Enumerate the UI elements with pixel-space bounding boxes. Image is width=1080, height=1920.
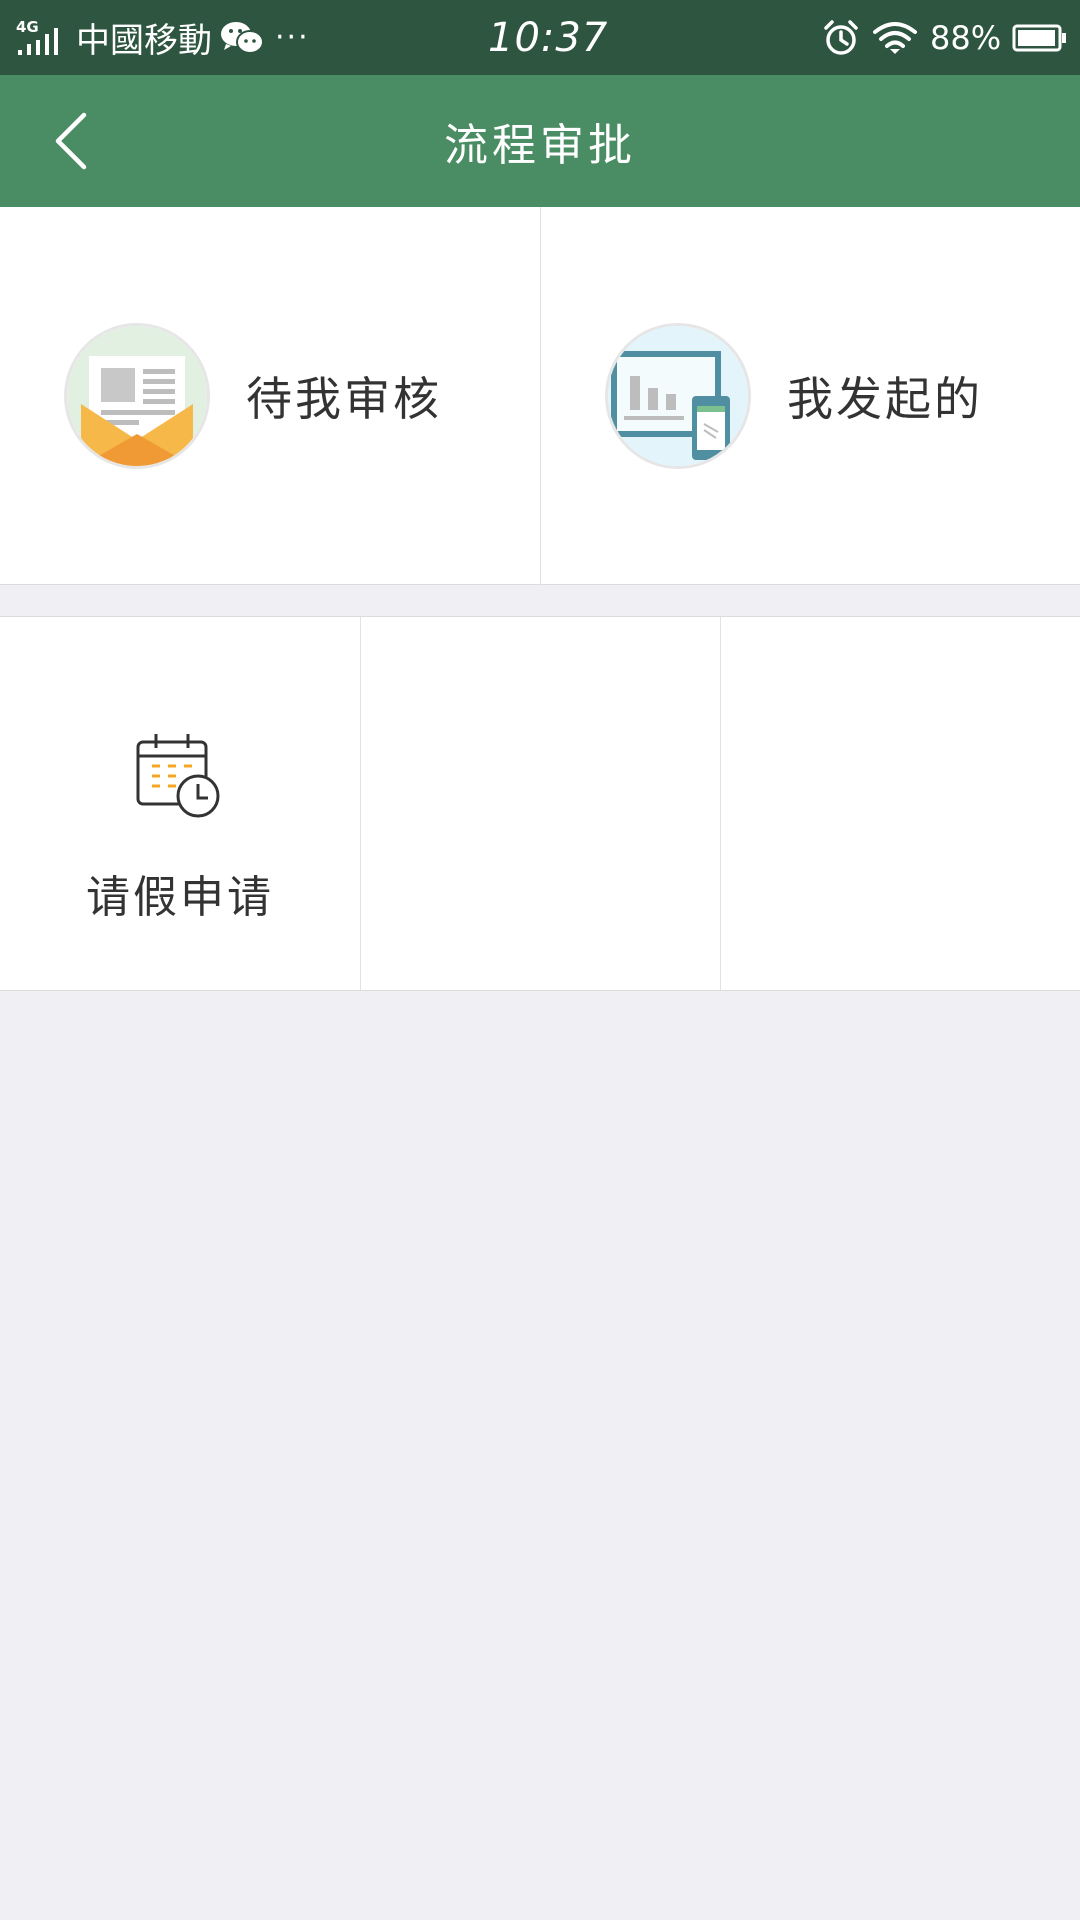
wifi-icon [873, 0, 917, 75]
grid-menu: 请假申请 [0, 616, 1080, 991]
alarm-icon [822, 0, 860, 75]
header-bar: 流程审批 [0, 75, 1080, 207]
menu-item-label: 待我审核 [246, 372, 442, 426]
clock-time: 10:37 [488, 14, 609, 61]
menu-item-leave-request[interactable]: 请假申请 [0, 617, 360, 990]
cellular-signal-icon: 4G [16, 0, 62, 75]
carrier-name: 中國移動 [76, 21, 212, 61]
menu-item-label: 请假申请 [86, 872, 274, 923]
inbox-envelope-icon [64, 323, 210, 469]
empty-grid-cell [720, 617, 1080, 990]
calendar-clock-icon [132, 730, 228, 826]
dashboard-device-icon [605, 323, 751, 469]
menu-item-label: 我发起的 [787, 372, 983, 426]
menu-item-my-initiated[interactable]: 我发起的 [540, 207, 1080, 585]
battery-icon [1012, 0, 1068, 75]
empty-grid-cell [360, 617, 720, 990]
battery-percentage: 88% [930, 18, 1002, 57]
top-menu: 待我审核 我发起的 [0, 207, 1080, 585]
wechat-icon [220, 0, 264, 75]
network-type: 4G [16, 18, 39, 36]
menu-item-pending-approval[interactable]: 待我审核 [0, 207, 540, 585]
status-bar: 4G 中國移動 ··· 10:37 88% [0, 0, 1080, 75]
page-title: 流程审批 [444, 120, 636, 171]
more-notifications-indicator: ··· [275, 20, 310, 55]
